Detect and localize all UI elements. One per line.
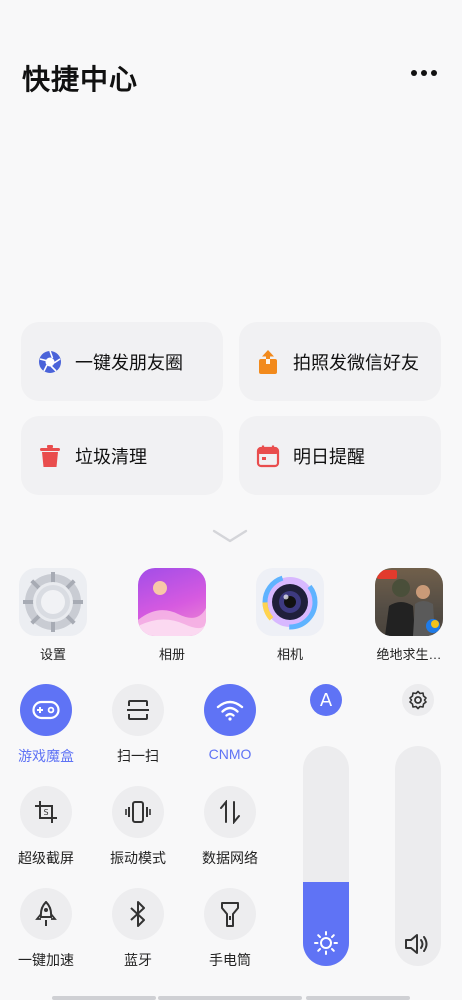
- auto-brightness-label: A: [319, 689, 333, 711]
- nav-indicator-segment: [52, 996, 156, 1000]
- screenshot-crop-icon: S: [20, 786, 72, 838]
- auto-brightness-button[interactable]: A: [310, 684, 342, 716]
- shortcut-label: 拍照发微信好友: [293, 352, 419, 373]
- trash-icon: [37, 443, 63, 469]
- toggle-mobile-data[interactable]: 数据网络: [184, 786, 276, 868]
- toggle-wifi[interactable]: CNMO: [184, 684, 276, 762]
- toggle-boost[interactable]: 一键加速: [0, 888, 92, 970]
- game-pubg-icon: [375, 568, 443, 636]
- vibrate-icon: [112, 786, 164, 838]
- app-settings[interactable]: 设置: [8, 568, 98, 663]
- app-label: 相册: [158, 647, 185, 662]
- share-upload-icon: [255, 349, 281, 375]
- toggle-label: 振动模式: [110, 850, 166, 866]
- shortcut-photo-share-card[interactable]: 拍照发微信好友: [239, 322, 441, 401]
- shortcut-label: 垃圾清理: [75, 446, 147, 467]
- toggle-label: 游戏魔盒: [18, 748, 74, 764]
- app-camera[interactable]: 相机: [245, 568, 335, 663]
- shortcut-label: 明日提醒: [293, 446, 365, 467]
- toggle-label: 数据网络: [202, 850, 258, 866]
- shortcut-cleanup-card[interactable]: 垃圾清理: [21, 416, 223, 495]
- scan-icon: [112, 684, 164, 736]
- mobile-data-icon: [204, 786, 256, 838]
- rocket-icon: [20, 888, 72, 940]
- speaker-icon: [395, 932, 441, 956]
- toggle-scan[interactable]: 扫一扫: [92, 684, 184, 766]
- app-gallery[interactable]: 相册: [127, 568, 217, 663]
- page-title: 快捷中心: [22, 64, 139, 95]
- shortcut-reminder-card[interactable]: 明日提醒: [239, 416, 441, 495]
- app-label: 相机: [276, 647, 303, 662]
- aperture-icon: [37, 349, 63, 375]
- shortcut-moments-card[interactable]: 一键发朋友圈: [21, 322, 223, 401]
- toggle-label: 手电筒: [209, 952, 251, 968]
- brightness-sun-icon: [303, 930, 349, 956]
- svg-text:S: S: [43, 808, 48, 817]
- calendar-icon: [255, 443, 281, 469]
- more-options-icon[interactable]: [411, 66, 441, 80]
- app-pubg[interactable]: 绝地求生…: [364, 568, 454, 663]
- camera-icon: [256, 568, 324, 636]
- toggle-label: 超级截屏: [18, 850, 74, 866]
- toggle-super-screenshot[interactable]: S 超级截屏: [0, 786, 92, 868]
- toggle-label: 扫一扫: [117, 748, 159, 764]
- toggle-flashlight[interactable]: 手电筒: [184, 888, 276, 970]
- shortcut-label: 一键发朋友圈: [75, 352, 183, 373]
- toggle-vibrate[interactable]: 振动模式: [92, 786, 184, 868]
- flashlight-icon: [204, 888, 256, 940]
- app-label: 绝地求生…: [376, 647, 442, 662]
- brightness-slider[interactable]: [303, 746, 349, 966]
- volume-slider[interactable]: [395, 746, 441, 966]
- wifi-icon: [204, 684, 256, 736]
- app-label: 设置: [39, 647, 66, 662]
- settings-gear-icon: [19, 568, 87, 636]
- toggle-label: 一键加速: [18, 952, 74, 968]
- toggle-bluetooth[interactable]: 蓝牙: [92, 888, 184, 970]
- bluetooth-icon: [112, 888, 164, 940]
- toggle-game-box[interactable]: 游戏魔盒: [0, 684, 92, 766]
- gamepad-icon: [20, 684, 72, 736]
- gallery-icon: [138, 568, 206, 636]
- nav-indicator-segment: [158, 996, 302, 1000]
- nav-indicator-segment: [306, 996, 410, 1000]
- sound-settings-gear-icon[interactable]: [402, 684, 434, 716]
- toggle-label: 蓝牙: [124, 952, 152, 968]
- toggle-label: CNMO: [208, 746, 252, 762]
- chevron-down-icon[interactable]: [212, 528, 248, 549]
